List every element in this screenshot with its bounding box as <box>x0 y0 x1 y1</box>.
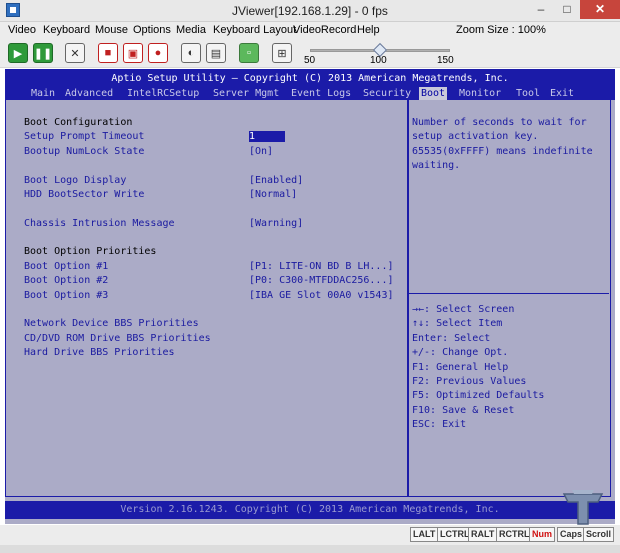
key-hint: F10: Save & Reset <box>412 405 515 416</box>
menu-bar: Video Keyboard Mouse Options Media Keybo… <box>0 22 620 40</box>
mouse-icon[interactable]: ◐ <box>181 43 201 63</box>
boot-option-1-label[interactable]: Boot Option #1 <box>24 261 108 272</box>
help-line: setup activation key. <box>412 131 539 142</box>
bottom-edge <box>0 545 620 553</box>
stop-record-icon[interactable]: ■ <box>98 43 118 63</box>
priorities-title: Boot Option Priorities <box>24 246 157 257</box>
watermark-logo-icon <box>562 490 604 525</box>
num-lock-indicator: Num <box>529 527 555 542</box>
status-bar: LALT LCTRL RALT RCTRL Num Caps Scroll <box>0 525 620 545</box>
bios-settings-panel: Boot Configuration Setup Prompt Timeout … <box>5 100 408 497</box>
section-title: Boot Configuration <box>24 117 133 128</box>
menu-mouse[interactable]: Mouse <box>95 24 128 36</box>
caps-lock-indicator: Caps <box>557 527 586 542</box>
boot-option-3-label[interactable]: Boot Option #3 <box>24 290 108 301</box>
bios-title: Aptio Setup Utility – Copyright (C) 2013… <box>111 73 509 84</box>
bios-footer-text: Version 2.16.1243. Copyright (C) 2013 Am… <box>120 504 500 515</box>
bios-help-panel: Number of seconds to wait for setup acti… <box>408 100 611 497</box>
tab-monitor[interactable]: Monitor <box>457 87 503 100</box>
menu-videorecord[interactable]: VideoRecord <box>293 24 356 36</box>
key-hint: ESC: Exit <box>412 419 467 430</box>
hard-drive-bbs-link[interactable]: Hard Drive BBS Priorities <box>24 347 175 358</box>
tab-event-logs[interactable]: Event Logs <box>289 87 353 100</box>
menu-options[interactable]: Options <box>133 24 171 36</box>
setup-prompt-timeout-label[interactable]: Setup Prompt Timeout <box>24 131 144 142</box>
key-hint: ↑↓: Select Item <box>412 318 503 329</box>
help-line: 65535(0xFFFF) means indefinite <box>412 146 593 157</box>
save-icon[interactable]: ▣ <box>123 43 143 63</box>
zoom-max-label: 150 <box>437 55 454 66</box>
cddvd-bbs-link[interactable]: CD/DVD ROM Drive BBS Priorities <box>24 333 211 344</box>
boot-option-1-value[interactable]: [P1: LITE-ON BD B LH...] <box>249 261 394 272</box>
keyboard-icon[interactable]: ▤ <box>206 43 226 63</box>
lalt-key-indicator[interactable]: LALT <box>410 527 439 542</box>
tab-exit[interactable]: Exit <box>548 87 576 100</box>
tab-intelrcsetup[interactable]: IntelRCSetup <box>125 87 201 100</box>
setup-prompt-timeout-field[interactable]: 1 <box>249 131 285 142</box>
key-hint: +/-: Change Opt. <box>412 347 509 358</box>
play-icon[interactable]: ▶ <box>8 43 28 63</box>
bios-tabs: Main Advanced IntelRCSetup Server Mgmt E… <box>5 87 615 100</box>
bootup-numlock-value[interactable]: [On] <box>249 146 273 157</box>
tab-security[interactable]: Security <box>361 87 413 100</box>
window-title: JViewer[192.168.1.29] - 0 fps <box>232 4 388 18</box>
pause-icon[interactable]: ❚❚ <box>33 43 53 63</box>
key-hint: F1: General Help <box>412 362 509 373</box>
hdd-bootsector-value[interactable]: [Normal] <box>249 189 297 200</box>
key-hint: F5: Optimized Defaults <box>412 390 545 401</box>
help-line: Number of seconds to wait for <box>412 117 587 128</box>
hdd-bootsector-label[interactable]: HDD BootSector Write <box>24 189 144 200</box>
bootup-numlock-label[interactable]: Bootup NumLock State <box>24 146 144 157</box>
key-hint: F2: Previous Values <box>412 376 527 387</box>
title-bar: JViewer[192.168.1.29] - 0 fps – □ ✕ <box>0 0 620 22</box>
minimize-button[interactable]: – <box>528 0 554 19</box>
tab-tool[interactable]: Tool <box>514 87 542 100</box>
key-hint: Enter: Select <box>412 333 491 344</box>
menu-media[interactable]: Media <box>176 24 206 36</box>
zoom-size-label: Zoom Size : 100% <box>456 24 546 36</box>
bios-header: Aptio Setup Utility – Copyright (C) 2013… <box>5 69 615 100</box>
menu-keyboard[interactable]: Keyboard <box>43 24 90 36</box>
rctrl-key-indicator[interactable]: RCTRL <box>496 527 533 542</box>
toolbar: ▶ ❚❚ ✕ ■ ▣ ● ◐ ▤ ▫ ⊞ 50 100 150 <box>0 40 620 68</box>
boot-logo-value[interactable]: [Enabled] <box>249 175 303 186</box>
bios-footer: Version 2.16.1243. Copyright (C) 2013 Am… <box>5 501 615 519</box>
menu-help[interactable]: Help <box>357 24 380 36</box>
help-divider <box>409 293 609 294</box>
chassis-intrusion-value[interactable]: [Warning] <box>249 218 303 229</box>
maximize-button[interactable]: □ <box>554 0 580 19</box>
scroll-lock-indicator: Scroll <box>583 527 615 542</box>
fullscreen-icon[interactable]: ✕ <box>65 43 85 63</box>
menu-keyboard-layout[interactable]: Keyboard Layout <box>213 24 296 36</box>
zoom-min-label: 50 <box>304 55 316 66</box>
boot-option-2-label[interactable]: Boot Option #2 <box>24 275 108 286</box>
zoom-slider[interactable]: 50 100 150 <box>304 42 454 66</box>
tab-boot[interactable]: Boot <box>419 87 448 100</box>
tab-advanced[interactable]: Advanced <box>63 87 115 100</box>
close-button[interactable]: ✕ <box>580 0 620 19</box>
bios-screen[interactable]: Aptio Setup Utility – Copyright (C) 2013… <box>5 69 615 525</box>
tab-main[interactable]: Main <box>29 87 57 100</box>
boot-option-2-value[interactable]: [P0: C300-MTFDDAC256...] <box>249 275 394 286</box>
help-line: waiting. <box>412 160 461 171</box>
menu-video[interactable]: Video <box>8 24 36 36</box>
boot-option-3-value[interactable]: [IBA GE Slot 00A0 v1543] <box>249 290 394 301</box>
tab-server-mgmt[interactable]: Server Mgmt <box>211 87 281 100</box>
disc-icon[interactable]: ● <box>148 43 168 63</box>
zoom-mid-label: 100 <box>370 55 387 66</box>
ralt-key-indicator[interactable]: RALT <box>468 527 498 542</box>
chassis-intrusion-label[interactable]: Chassis Intrusion Message <box>24 218 175 229</box>
boot-logo-label[interactable]: Boot Logo Display <box>24 175 126 186</box>
network-bbs-link[interactable]: Network Device BBS Priorities <box>24 318 199 329</box>
key-hint: →←: Select Screen <box>412 304 515 315</box>
ctrl-alt-del-icon[interactable]: ▫ <box>239 43 259 63</box>
hotkeys-icon[interactable]: ⊞ <box>272 43 292 63</box>
